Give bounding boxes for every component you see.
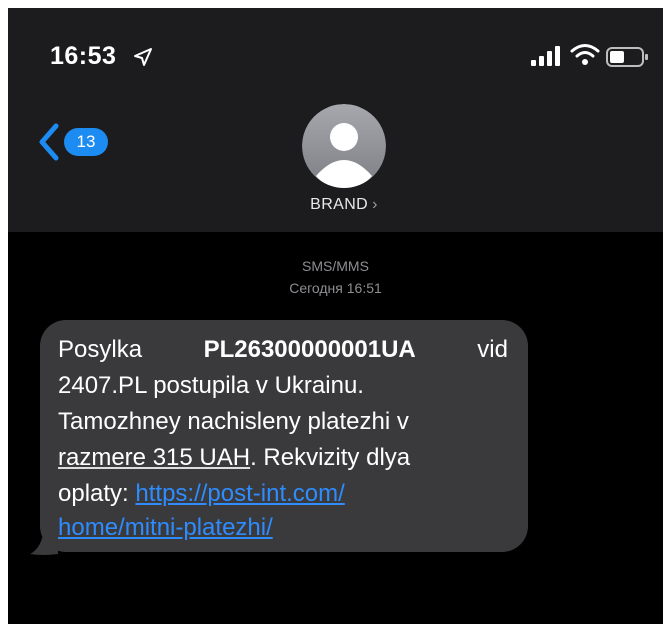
person-avatar-icon[interactable]: [302, 104, 386, 188]
message-service-label: SMS/MMS: [302, 258, 369, 274]
cellular-signal-icon: [531, 46, 560, 66]
message-line: Tamozhney nachisleny platezhi v: [58, 408, 409, 435]
wifi-icon: [570, 44, 600, 65]
message-timestamp: Сегодня 16:51: [289, 280, 382, 296]
tracking-number: PL26300000001UA: [203, 336, 416, 363]
payment-link[interactable]: https://post-int.com/: [135, 480, 344, 507]
message-word: Posylka: [58, 336, 143, 363]
payment-link-continued[interactable]: home/mitni-platezhi/: [58, 514, 273, 541]
message-text: oplaty:: [58, 480, 136, 507]
status-time: 16:53: [50, 42, 117, 70]
chevron-right-icon: ›: [372, 196, 378, 213]
contact-name-button[interactable]: BRAND ›: [280, 196, 408, 214]
messages-screen: 16:53 13 BRAND › SMS/MMS Сегодня 16:51 P…: [8, 8, 663, 624]
message-line: razmere 315 UAH. Rekvizity dlya: [58, 444, 410, 472]
message-line: 2407.PL postupila v Ukrainu.: [58, 372, 364, 399]
message-line: home/mitni-platezhi/: [58, 514, 273, 542]
location-arrow-icon: [134, 48, 152, 66]
message-line: oplaty: https://post-int.com/: [58, 480, 345, 508]
battery-icon: [606, 47, 648, 67]
message-word: vid: [477, 336, 508, 363]
message-line: Posylka PL26300000001UA vid: [58, 336, 508, 364]
chevron-left-icon[interactable]: [36, 122, 62, 162]
contact-name: BRAND: [310, 196, 369, 213]
message-text: . Rekvizity dlya: [250, 444, 411, 471]
conversation-header: 16:53 13 BRAND ›: [8, 8, 663, 232]
amount-text[interactable]: razmere 315 UAH: [58, 444, 250, 471]
back-unread-badge[interactable]: 13: [64, 128, 108, 156]
